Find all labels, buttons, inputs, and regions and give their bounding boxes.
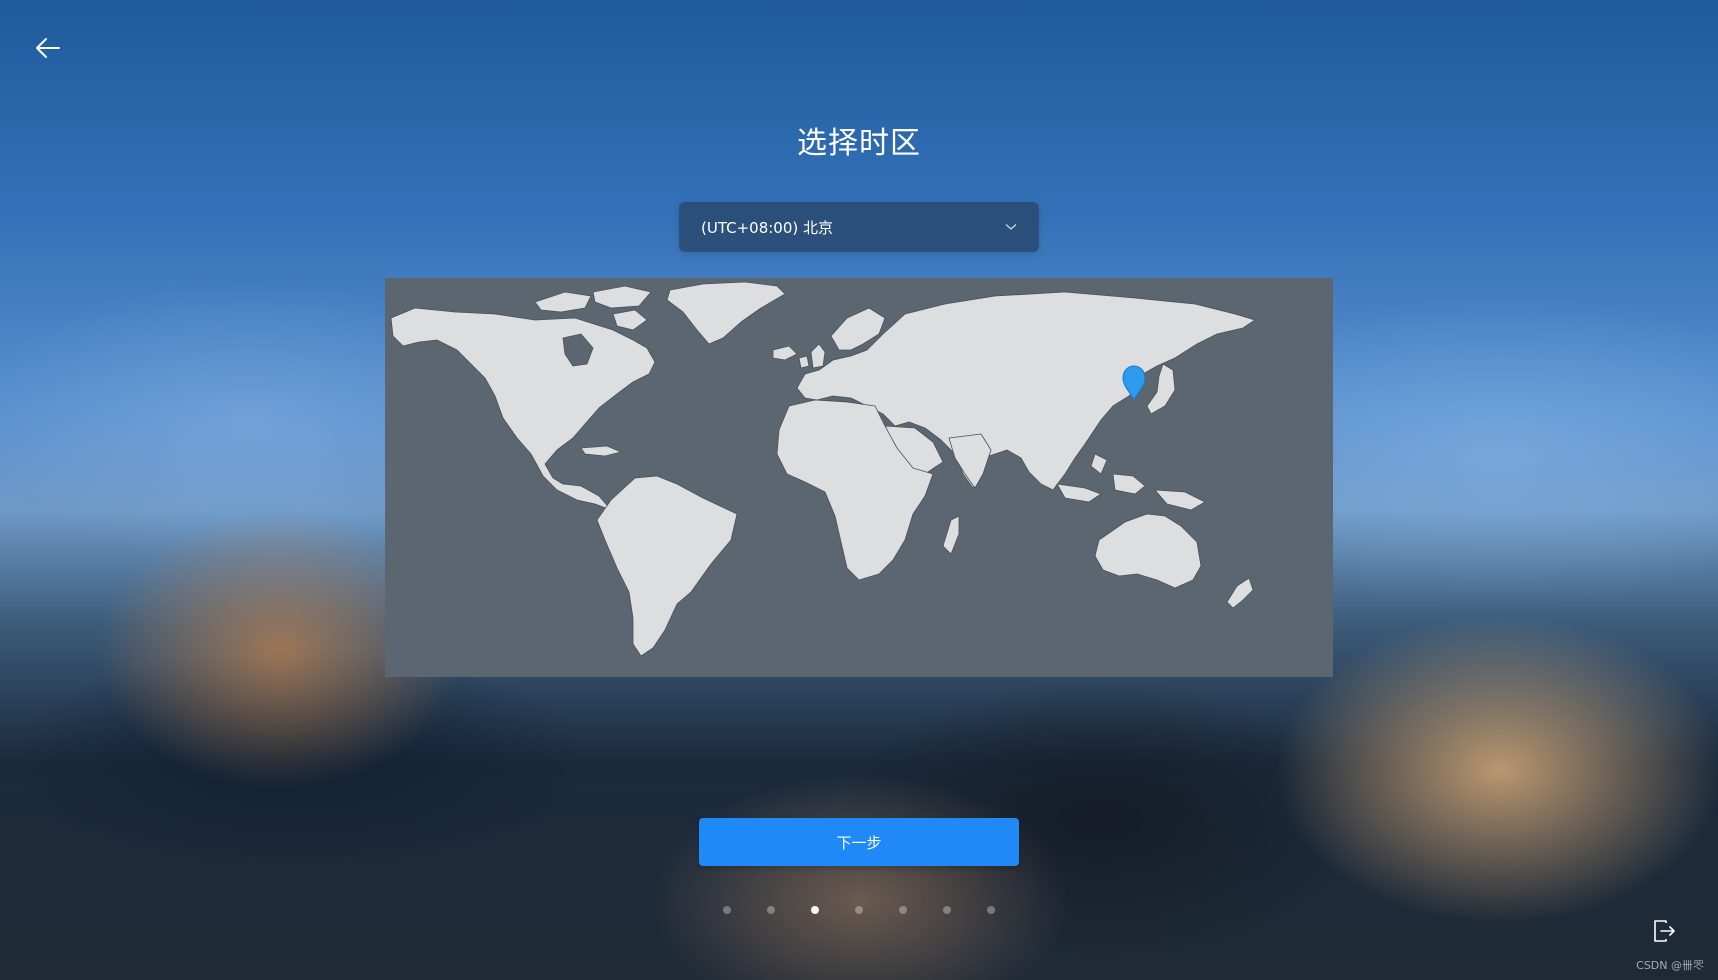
back-button[interactable] bbox=[30, 32, 66, 64]
timezone-value: (UTC+08:00) 北京 bbox=[701, 218, 834, 237]
page-title: 选择时区 bbox=[797, 126, 921, 161]
step-indicator bbox=[0, 906, 1718, 916]
arrow-left-icon bbox=[36, 38, 60, 58]
step-dot-active bbox=[811, 906, 819, 914]
next-button[interactable]: 下一步 bbox=[699, 818, 1019, 866]
world-map[interactable] bbox=[385, 278, 1333, 677]
step-dot bbox=[987, 906, 995, 914]
chevron-down-icon bbox=[1005, 224, 1017, 230]
exit-icon bbox=[1654, 920, 1675, 942]
land-masses bbox=[390, 281, 1256, 657]
step-dot bbox=[855, 906, 863, 914]
step-dot bbox=[723, 906, 731, 914]
step-dot bbox=[899, 906, 907, 914]
timezone-select[interactable]: (UTC+08:00) 北京 bbox=[679, 202, 1039, 252]
step-dot bbox=[767, 906, 775, 914]
step-dot bbox=[943, 906, 951, 914]
watermark: CSDN @卌罖 bbox=[1636, 959, 1704, 972]
exit-button[interactable] bbox=[1651, 918, 1677, 944]
